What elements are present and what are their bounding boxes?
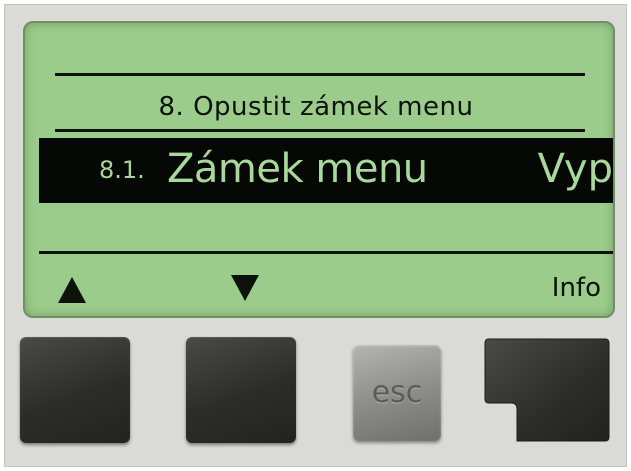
- esc-button[interactable]: esc: [353, 345, 441, 441]
- menu-item-number: 8.1.: [99, 156, 145, 184]
- esc-button-label: esc: [371, 375, 423, 410]
- top-divider: [55, 73, 585, 76]
- softkey-down[interactable]: [230, 271, 260, 305]
- info-button[interactable]: [483, 337, 611, 445]
- hardware-buttons: esc: [5, 337, 628, 449]
- down-triangle-icon: [231, 275, 259, 301]
- up-triangle-icon: [58, 277, 86, 303]
- selected-menu-item[interactable]: 8.1. Zámek menu Vyp: [39, 138, 613, 203]
- down-button[interactable]: [186, 337, 296, 443]
- title-divider: [55, 129, 585, 132]
- menu-title: 8. Opustit zámek menu: [158, 92, 474, 122]
- bottom-divider: [39, 251, 613, 254]
- lcd-screen: 8. Opustit zámek menu 8.1. Zámek menu Vy…: [23, 21, 615, 318]
- controller-panel: 8. Opustit zámek menu 8.1. Zámek menu Vy…: [4, 4, 627, 467]
- softkey-info[interactable]: Info: [552, 271, 601, 305]
- up-button[interactable]: [20, 337, 130, 443]
- menu-item-value: Vyp: [537, 146, 613, 192]
- softkey-up[interactable]: [57, 271, 87, 305]
- menu-item-label: Zámek menu: [167, 146, 428, 192]
